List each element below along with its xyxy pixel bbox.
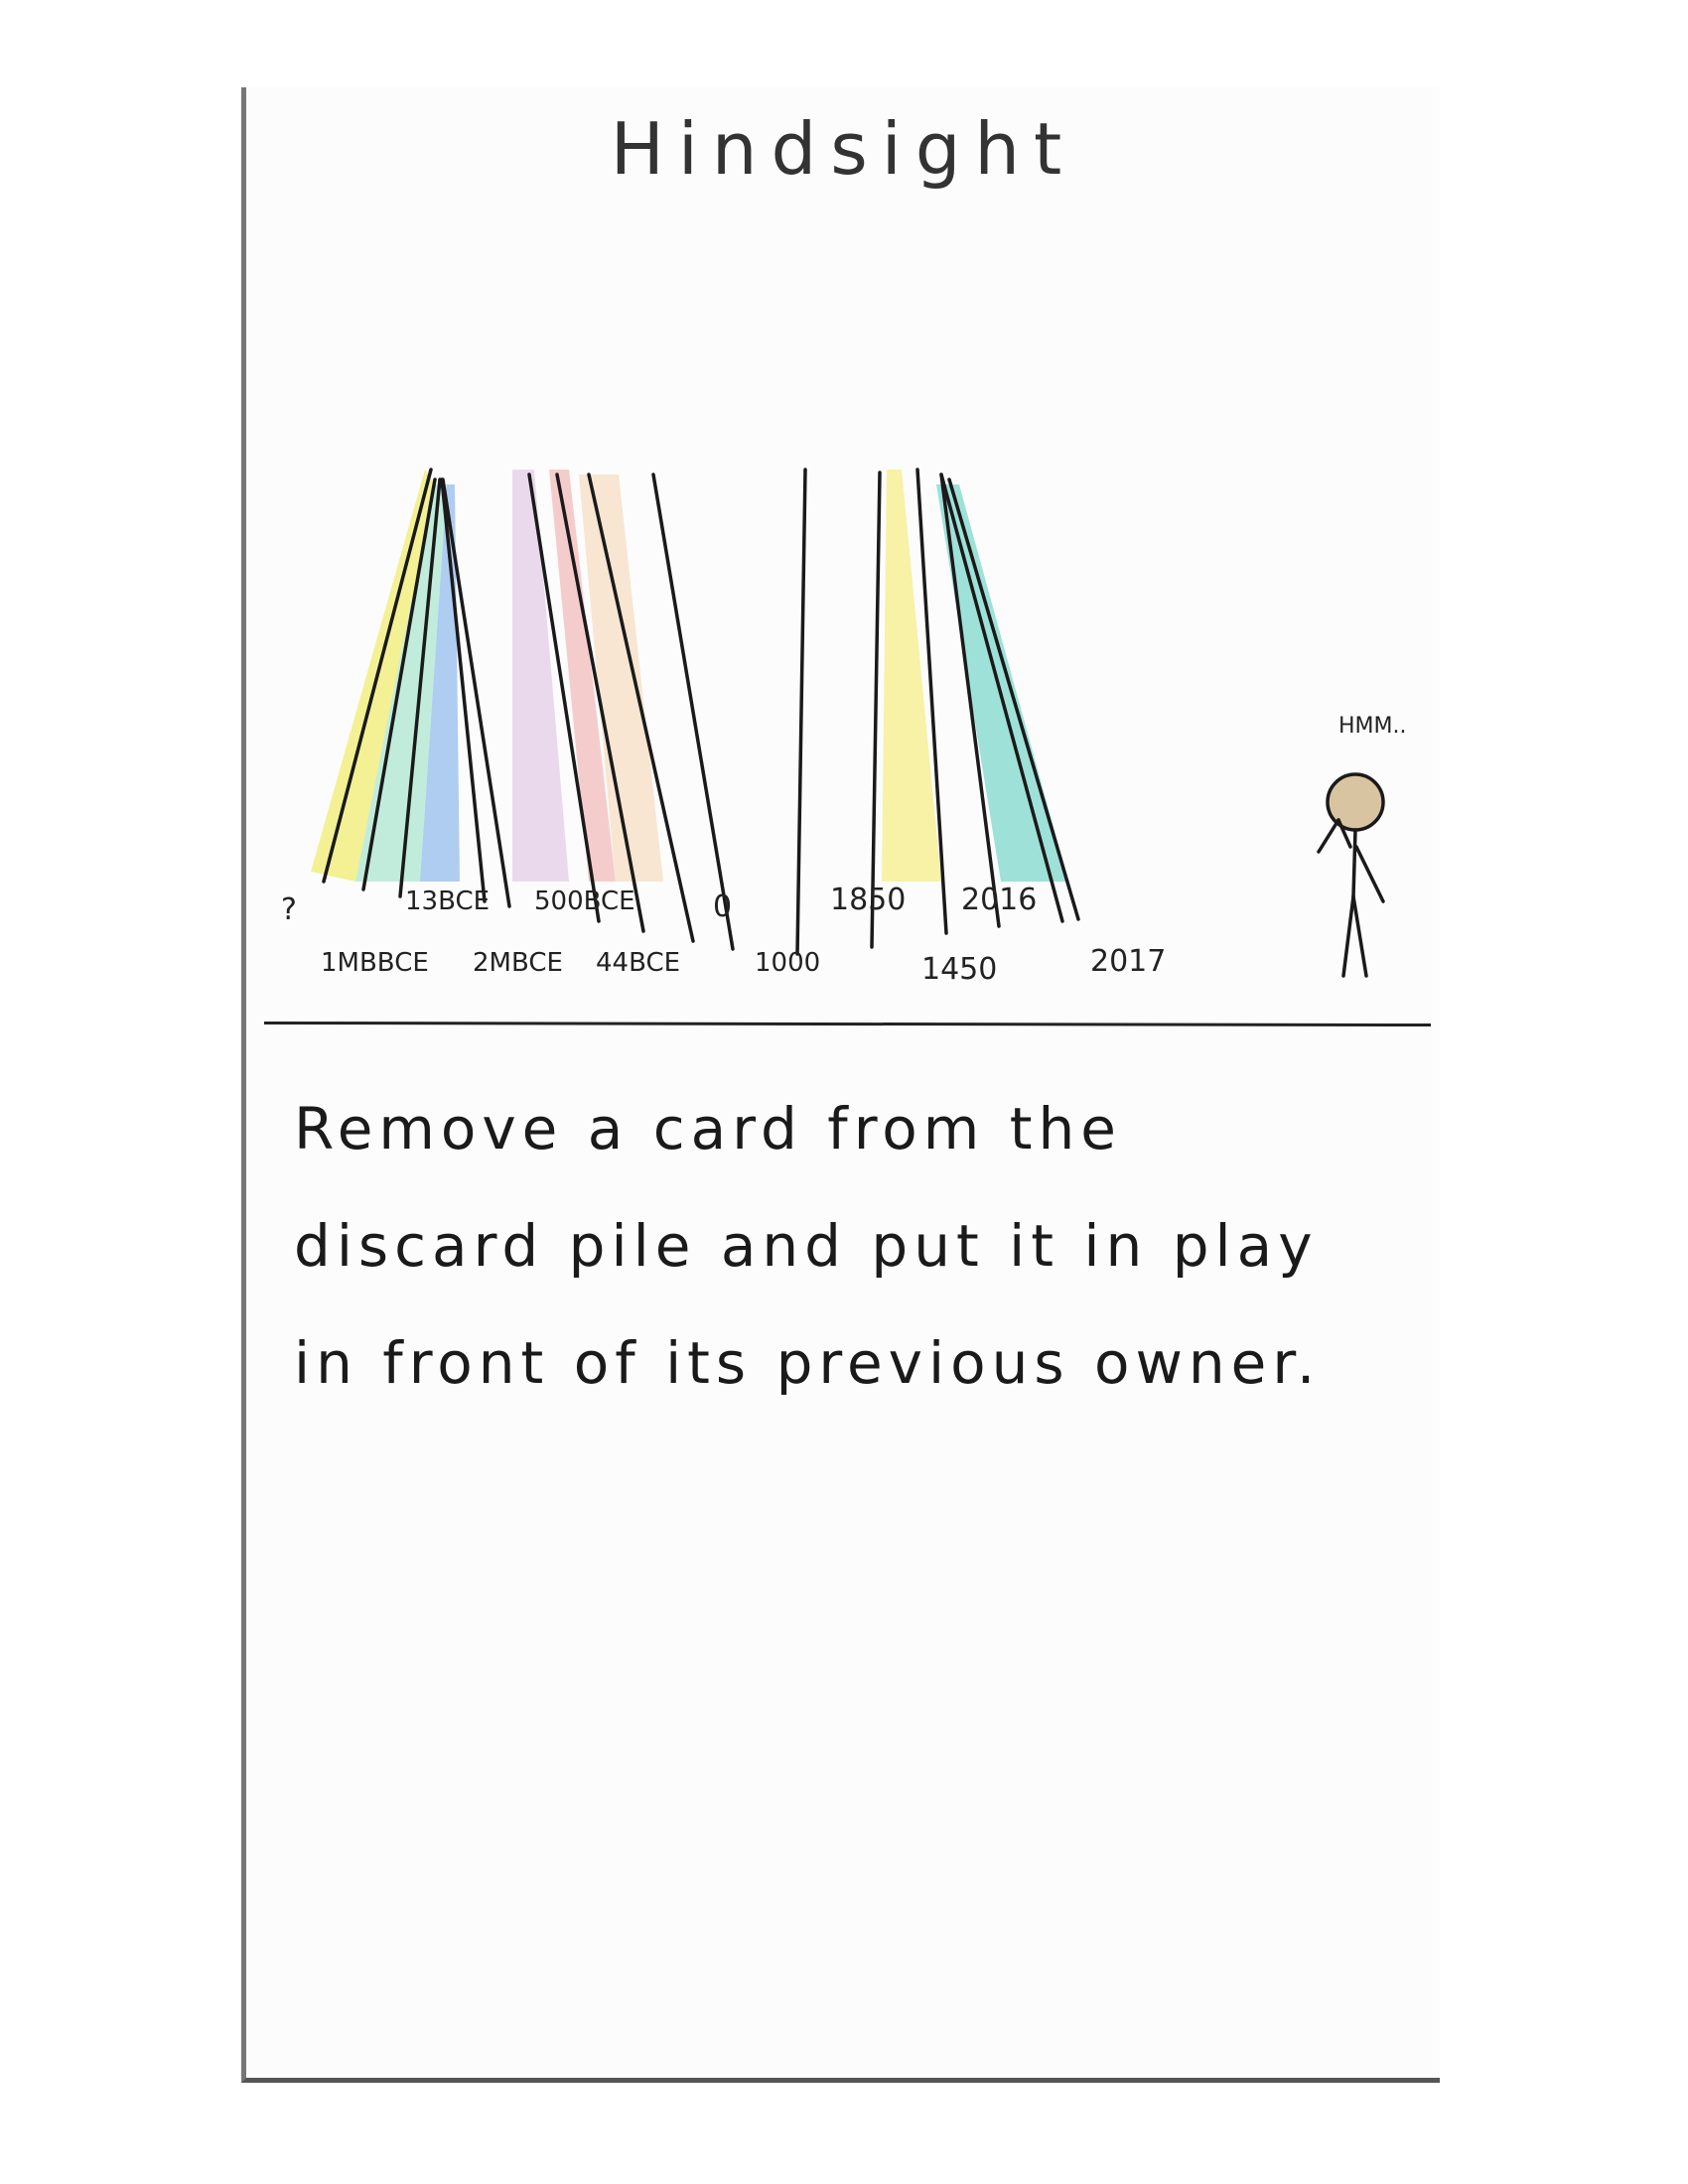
card-divider (263, 1021, 1432, 1027)
timeline-labels-bottom: 1MBBCE 2MBCE 44BCE 1000 1450 2017 (321, 944, 1166, 987)
label-question: ? (281, 892, 297, 927)
game-card[interactable]: Hindsight ? 13BCE 500BCE 0 1850 2016 1MB… (241, 87, 1440, 2083)
stick-figure: HMM.. (1317, 714, 1407, 978)
label-1000: 1000 (755, 948, 820, 978)
label-2017: 2017 (1090, 944, 1166, 979)
label-44bce: 44BCE (596, 948, 680, 978)
label-0: 0 (713, 889, 732, 924)
label-2mbce: 2MBCE (473, 948, 563, 978)
label-13bce: 13BCE (405, 887, 490, 916)
timeline-illustration: ? 13BCE 500BCE 0 1850 2016 1MBBCE 2MBCE … (281, 468, 1407, 987)
label-2016: 2016 (961, 883, 1037, 917)
card-description: Remove a card from the discard pile and … (294, 1095, 1322, 1397)
timeline-labels-top: ? 13BCE 500BCE 0 1850 2016 (281, 883, 1037, 927)
label-1450: 1450 (921, 952, 997, 987)
label-500bce: 500BCE (534, 887, 635, 916)
stripe-lemon (882, 470, 941, 882)
label-1850: 1850 (830, 883, 906, 917)
label-1mbbce: 1MBBCE (321, 948, 429, 978)
speech-text: HMM.. (1338, 714, 1407, 739)
